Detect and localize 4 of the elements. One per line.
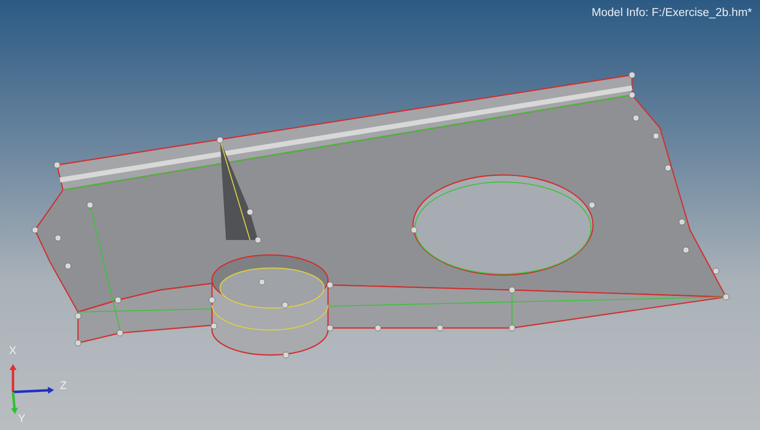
axis-label: Z — [60, 380, 67, 392]
axis-label: X — [9, 345, 16, 357]
axis-label: Y — [18, 413, 26, 425]
model-info: Model Info: F:/Exercise_2b.hm* — [592, 7, 752, 19]
